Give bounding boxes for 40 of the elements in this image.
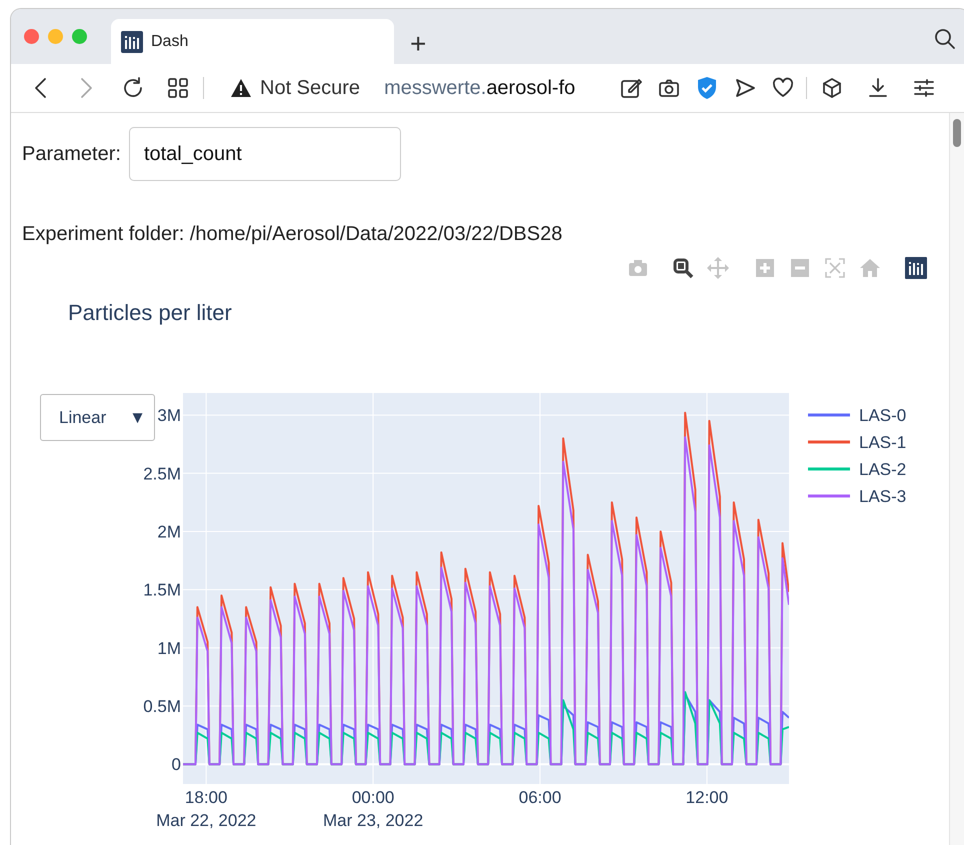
y-tick-label: 0 xyxy=(172,755,181,774)
legend-label[interactable]: LAS-0 xyxy=(859,406,906,425)
scale-dropdown[interactable]: Linear ▼ xyxy=(40,394,155,441)
send-icon[interactable] xyxy=(734,77,756,99)
scrollbar[interactable] xyxy=(949,113,964,845)
download-icon[interactable] xyxy=(867,77,890,99)
y-tick-label: 0.5M xyxy=(143,697,181,716)
y-tick-label: 2M xyxy=(157,522,181,542)
browser-tab[interactable]: Dash xyxy=(111,19,394,64)
legend-label[interactable]: LAS-1 xyxy=(859,433,906,452)
chart-title: Particles per liter xyxy=(68,300,232,325)
y-tick-label: 2.5M xyxy=(143,464,181,484)
search-icon[interactable] xyxy=(933,27,957,51)
plotly-logo-icon[interactable] xyxy=(905,257,927,279)
address-text[interactable]: messwerte.aerosol-fo xyxy=(384,76,594,100)
parameter-label: Parameter: xyxy=(22,142,121,166)
x-tick-label: 06:00 xyxy=(518,788,562,807)
legend-label[interactable]: LAS-3 xyxy=(859,487,906,506)
x-tick-label: 00:00 Mar 23, 2022 xyxy=(323,788,424,830)
camera-icon[interactable] xyxy=(658,77,680,99)
experiment-folder-text: Experiment folder: /home/pi/Aerosol/Data/2022/03/22/DBS28 xyxy=(22,222,564,247)
edit-icon[interactable] xyxy=(620,77,642,99)
heart-icon[interactable] xyxy=(772,77,794,99)
y-tick-label: 1.5M xyxy=(143,580,181,600)
y-tick-label: 3M xyxy=(157,406,181,426)
parameter-field[interactable]: total_count xyxy=(128,127,401,181)
cube-icon[interactable] xyxy=(821,77,844,99)
x-tick-label: 18:00 Mar 22, 2022 xyxy=(156,788,256,830)
settings-icon[interactable] xyxy=(913,77,936,99)
y-tick-label: 1M xyxy=(157,638,181,658)
new-tab-button[interactable]: + xyxy=(406,30,430,58)
x-tick-label: 12:00 xyxy=(686,788,728,807)
security-warning[interactable]: Not Secure xyxy=(230,76,360,100)
legend-label[interactable]: LAS-2 xyxy=(859,460,906,479)
warning-icon xyxy=(230,78,252,98)
zoom-button[interactable] xyxy=(672,257,694,279)
dash-logo-icon xyxy=(121,30,143,52)
tab-grid-icon[interactable] xyxy=(167,77,189,99)
shield-icon[interactable] xyxy=(696,76,718,100)
reload-icon[interactable] xyxy=(121,76,145,100)
